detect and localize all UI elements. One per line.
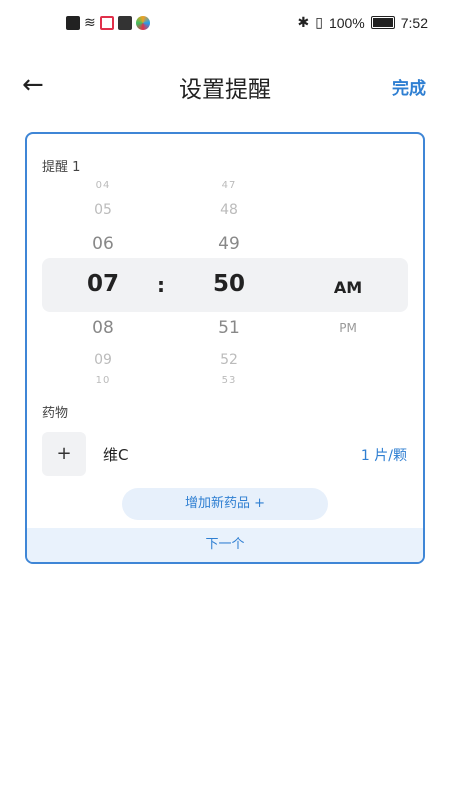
wifi-icon: ≋ — [84, 15, 96, 31]
add-medicine-button[interactable]: 增加新药品 + — [122, 488, 328, 520]
page-title: 设置提醒 — [179, 77, 271, 103]
done-button[interactable]: 完成 — [392, 74, 426, 99]
minute-item[interactable]: 53 — [199, 375, 259, 386]
hour-item[interactable]: 05 — [73, 202, 133, 218]
battery-icon — [370, 16, 395, 29]
alert-icon — [66, 16, 80, 30]
ampm-picker[interactable]: AM PM — [318, 134, 378, 394]
minute-item-selected[interactable]: 50 — [199, 271, 259, 297]
hour-item[interactable]: 08 — [73, 318, 133, 338]
hour-item[interactable]: 04 — [73, 180, 133, 191]
status-icons-right: ✱ ▯ 100% 7:52 — [297, 14, 428, 31]
bluetooth-icon: ✱ — [297, 14, 310, 30]
next-button[interactable]: 下一个 — [27, 528, 423, 562]
colorful-app-icon — [135, 16, 150, 30]
time-colon: : — [157, 273, 165, 297]
medicine-label: 药物 — [42, 406, 69, 421]
minute-item[interactable]: 47 — [199, 180, 259, 191]
am-option-selected[interactable]: AM — [318, 278, 378, 297]
minute-picker[interactable]: 47 48 49 50 51 52 53 — [199, 134, 259, 394]
status-icons-left: ≋ — [66, 15, 150, 31]
battery-percent: 100% — [328, 14, 365, 31]
minute-item[interactable]: 51 — [199, 318, 259, 338]
medicine-add-button[interactable]: + — [42, 432, 86, 476]
minute-item[interactable]: 49 — [199, 234, 259, 254]
vibrate-icon: ▯ — [315, 14, 323, 30]
hour-item-selected[interactable]: 07 — [73, 271, 133, 297]
mail-icon — [117, 16, 132, 30]
status-bar: ≋ ✱ ▯ 100% 7:52 — [0, 0, 450, 50]
minute-item[interactable]: 48 — [199, 202, 259, 218]
app-header: ← 设置提醒 完成 — [0, 60, 450, 110]
medicine-name[interactable]: 维C — [103, 444, 128, 465]
hour-item[interactable]: 10 — [73, 375, 133, 386]
medicine-dose[interactable]: 1 片/颗 — [361, 445, 407, 465]
pm-option[interactable]: PM — [318, 321, 378, 335]
hour-item[interactable]: 09 — [73, 352, 133, 368]
hour-item[interactable]: 06 — [73, 234, 133, 254]
hour-picker[interactable]: 04 05 06 07 08 09 10 — [73, 134, 133, 394]
app-red-icon — [99, 16, 114, 30]
status-time: 7:52 — [400, 14, 428, 31]
reminder-card: 提醒 1 04 05 06 07 08 09 10 : 47 48 49 50 … — [25, 132, 425, 564]
minute-item[interactable]: 52 — [199, 352, 259, 368]
